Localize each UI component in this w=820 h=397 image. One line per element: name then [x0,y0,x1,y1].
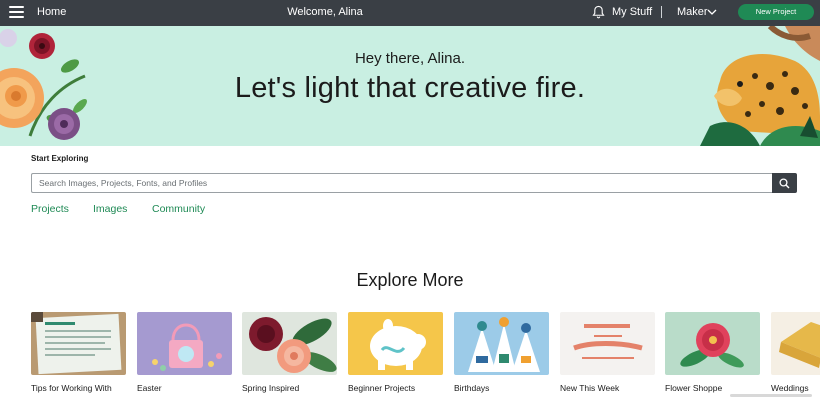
banner-greeting: Hey there, Alina. [354,50,466,67]
category-card-weddings[interactable]: Weddings [771,312,820,394]
card-label: Weddings [771,383,809,393]
machine-selector[interactable]: Maker [677,6,708,18]
category-card-beginner[interactable]: Beginner Projects [348,312,443,394]
leopard-illustration [700,26,820,146]
search-icon [779,178,790,189]
my-stuff-link[interactable]: My Stuff [612,6,652,18]
card-label: Tips for Working With Materials [31,383,112,397]
welcome-banner: Hey there, Alina. Let's light that creat… [0,26,820,146]
piggy-bank-thumbnail [348,312,443,375]
new-project-button[interactable]: New Project [738,4,814,20]
category-card-birthdays[interactable]: Birthdays [454,312,549,394]
welcome-text: Welcome, Alina [287,6,363,18]
card-label: Beginner Projects [348,383,416,393]
card-label: Easter [137,383,162,393]
search-button[interactable] [772,173,797,193]
tab-community[interactable]: Community [152,203,205,215]
card-label: Flower Shoppe [665,383,723,393]
category-card-spring[interactable]: Spring Inspired [242,312,337,394]
tips-sheet-thumbnail [31,312,126,375]
category-card-tips[interactable]: Tips for Working With Materials [31,312,126,397]
explore-more-title: Explore More [356,270,464,290]
category-card-flower-shoppe[interactable]: Flower Shoppe [665,312,760,394]
bell-icon[interactable] [592,5,605,19]
easter-basket-thumbnail [137,312,232,375]
paper-rose-thumbnail [665,312,760,375]
envelope-thumbnail [771,312,820,375]
search-input[interactable] [31,173,773,193]
top-navigation-bar: Home Welcome, Alina My Stuff Maker New P… [0,0,820,26]
adventure-text-thumbnail [560,312,655,375]
category-card-easter[interactable]: Easter [137,312,232,394]
banner-headline: Let's light that creative fire. [234,72,586,104]
nav-divider [661,6,662,18]
paper-flowers-thumbnail [242,312,337,375]
tab-projects[interactable]: Projects [31,203,69,215]
category-card-new-this-week[interactable]: New This Week [560,312,655,394]
card-label: Birthdays [454,383,490,393]
card-label: Spring Inspired [242,383,300,393]
party-hats-thumbnail [454,312,549,375]
card-label: New This Week [560,383,620,393]
chevron-down-icon[interactable] [707,8,717,16]
tab-images[interactable]: Images [93,203,127,215]
start-exploring-heading: Start Exploring [31,154,89,163]
